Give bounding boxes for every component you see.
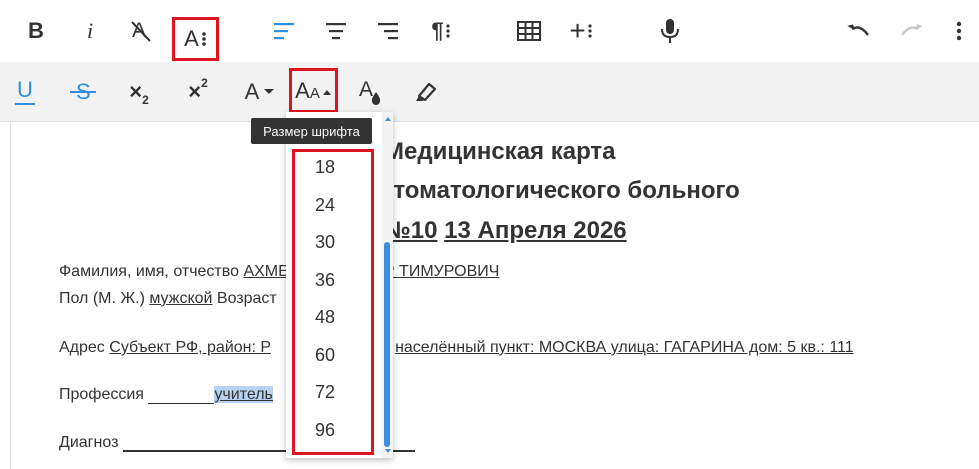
- table-button[interactable]: [507, 9, 551, 53]
- align-center-button[interactable]: [314, 9, 358, 53]
- insert-more-button[interactable]: +: [559, 9, 603, 53]
- bold-button[interactable]: B: [14, 9, 58, 53]
- font-settings-button[interactable]: A: [172, 17, 219, 61]
- align-right-button[interactable]: [366, 9, 410, 53]
- italic-icon: i: [86, 18, 94, 43]
- bold-icon: B: [28, 18, 44, 43]
- profession-value[interactable]: учитель: [214, 386, 273, 403]
- font-family-icon: A: [245, 81, 276, 103]
- sex-age-line: Пол (М. Ж.) мужской Возраст: [59, 290, 277, 308]
- address-value-start: Субъект РФ, район: Р: [109, 339, 272, 356]
- font-size-option-24[interactable]: 24: [292, 187, 374, 224]
- font-size-options-list: 18 24 30 36 48 60 72 96: [292, 149, 374, 455]
- font-size-option-36[interactable]: 36: [292, 262, 374, 299]
- font-size-option-60[interactable]: 60: [292, 337, 374, 374]
- plus-icon: +: [569, 17, 592, 45]
- address-label: Адрес: [59, 339, 105, 356]
- subscript-button[interactable]: × 2: [117, 70, 161, 114]
- dropdown-scrollbar[interactable]: [382, 112, 393, 458]
- font-size-tooltip: Размер шрифта: [251, 118, 372, 144]
- address-value-end: населённый пункт: МОСКВА улица: ГАГАРИНА…: [395, 339, 854, 356]
- align-right-icon: [378, 23, 398, 40]
- italic-button[interactable]: i: [68, 9, 112, 53]
- strikethrough-button[interactable]: S: [61, 70, 105, 114]
- fio-line: Фамилия, имя, отчество АХМЕДОВ МАНСУР ТИ…: [59, 263, 499, 281]
- undo-icon: [847, 24, 869, 36]
- font-size-icon: A A: [295, 79, 332, 102]
- card-date: 13 Апреля 2026: [444, 217, 627, 244]
- redo-icon: [901, 24, 923, 36]
- document-title-number-date: №10 13 Апреля 2026: [384, 217, 627, 245]
- age-label: Возраст: [216, 290, 277, 307]
- sex-value: мужской: [149, 290, 213, 307]
- more-vertical-icon: [956, 21, 962, 41]
- undo-button[interactable]: [837, 9, 881, 53]
- document-title-line2: стоматологического больного: [380, 177, 740, 204]
- profession-blank: [148, 388, 215, 404]
- address-line: Адрес Субъект РФ, район: Р населённый пун…: [59, 339, 854, 357]
- clear-format-icon: A: [129, 19, 153, 43]
- text-color-button[interactable]: A: [348, 70, 392, 114]
- font-size-option-30[interactable]: 30: [292, 224, 374, 261]
- font-size-dropdown[interactable]: 18 24 30 36 48 60 72 96: [286, 112, 393, 458]
- font-size-button[interactable]: A A: [289, 68, 338, 113]
- paragraph-icon: ¶: [431, 20, 450, 42]
- fio-label: Фамилия, имя, отчество: [59, 263, 239, 280]
- paragraph-button[interactable]: ¶: [419, 9, 463, 53]
- font-size-option-72[interactable]: 72: [292, 374, 374, 411]
- align-center-icon: [326, 23, 346, 40]
- toolbar-primary: B i A A ¶ +: [0, 0, 979, 62]
- font-size-option-96[interactable]: 96: [292, 412, 374, 449]
- highlighter-icon: [416, 82, 437, 102]
- clear-format-button[interactable]: A: [119, 9, 163, 53]
- highlight-button[interactable]: [404, 70, 448, 114]
- chevron-down-icon: [264, 89, 275, 94]
- sex-label: Пол (М. Ж.): [59, 290, 145, 307]
- font-size-option-48[interactable]: 48: [292, 299, 374, 336]
- align-left-button[interactable]: [262, 9, 306, 53]
- align-left-icon: [274, 23, 294, 40]
- profession-label: Профессия: [59, 386, 144, 403]
- underline-icon: U: [15, 79, 35, 105]
- diagnosis-label: Диагноз: [59, 434, 119, 451]
- more-options-button[interactable]: [944, 9, 974, 53]
- subscript-icon: × 2: [129, 79, 149, 107]
- superscript-icon: × 2: [188, 76, 208, 104]
- document-title-line1: Медицинская карта: [384, 138, 616, 165]
- microphone-button[interactable]: [648, 9, 692, 53]
- superscript-button[interactable]: × 2: [176, 70, 220, 114]
- strikethrough-icon: S: [70, 80, 96, 104]
- scroll-up-arrow-icon[interactable]: [382, 114, 393, 124]
- toolbar-secondary: U S × 2 × 2 A A A A: [0, 62, 979, 122]
- microphone-icon: [661, 19, 679, 43]
- underline-button[interactable]: U: [3, 70, 47, 114]
- page-margin-line: [10, 123, 11, 469]
- font-family-button[interactable]: A: [236, 70, 284, 114]
- scrollbar-thumb[interactable]: [384, 242, 390, 447]
- scroll-down-arrow-icon[interactable]: [382, 446, 393, 456]
- profession-line: Профессия учитель: [59, 386, 273, 404]
- font-settings-icon: A: [184, 28, 207, 50]
- text-color-icon: A: [358, 79, 382, 105]
- chevron-up-icon: [322, 89, 331, 95]
- table-icon: [517, 21, 541, 41]
- font-size-option-18[interactable]: 18: [292, 149, 374, 186]
- redo-button[interactable]: [889, 9, 933, 53]
